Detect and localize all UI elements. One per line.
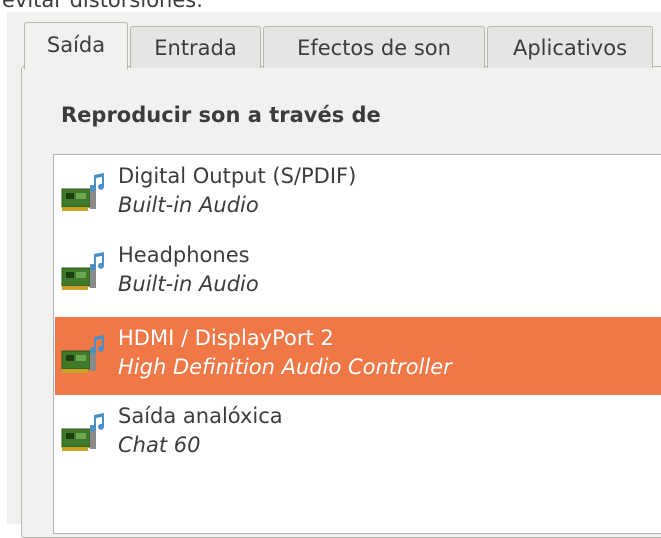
- device-description: High Definition Audio Controller: [118, 355, 452, 379]
- output-device-list[interactable]: Digital Output (S/PDIF) Built-in Audio H…: [53, 154, 661, 534]
- device-description: Built-in Audio: [118, 193, 259, 217]
- tab-applications[interactable]: Aplicativos: [487, 26, 653, 68]
- previous-text: evitar distorsiones.: [2, 0, 203, 12]
- previous-text-fragment: evitar distorsiones.: [0, 0, 661, 12]
- window-edge: [0, 12, 7, 524]
- sound-card-icon: [61, 413, 104, 451]
- device-name: Saída analóxica: [118, 404, 283, 428]
- device-row-headphones[interactable]: Headphones Built-in Audio: [55, 234, 661, 312]
- tab-sound-effects[interactable]: Efectos de son: [263, 26, 485, 68]
- device-row-hdmi-displayport[interactable]: HDMI / DisplayPort 2 High Definition Aud…: [55, 317, 661, 395]
- sound-card-icon: [61, 252, 104, 290]
- section-heading: Reproducir son a través de: [61, 103, 381, 127]
- device-name: Digital Output (S/PDIF): [118, 164, 357, 188]
- sound-card-icon: [61, 335, 104, 373]
- device-row-digital-output[interactable]: Digital Output (S/PDIF) Built-in Audio: [55, 155, 661, 233]
- device-row-analog-output[interactable]: Saída analóxica Chat 60: [55, 395, 661, 473]
- sound-card-icon: [61, 173, 104, 211]
- tab-input[interactable]: Entrada: [130, 26, 261, 68]
- device-name: Headphones: [118, 243, 250, 267]
- device-name: HDMI / DisplayPort 2: [118, 326, 334, 350]
- device-description: Chat 60: [118, 433, 201, 457]
- tab-output[interactable]: Saída: [24, 22, 128, 69]
- device-description: Built-in Audio: [118, 272, 259, 296]
